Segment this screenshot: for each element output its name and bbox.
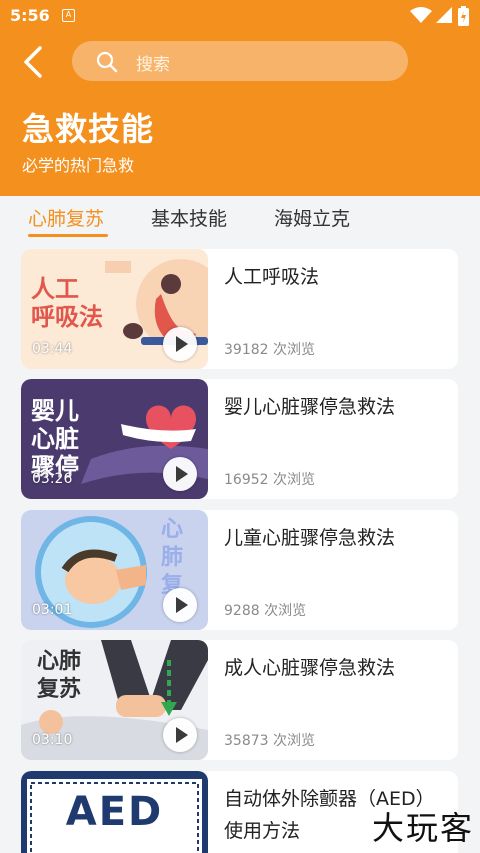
notification-icon: A — [62, 9, 75, 22]
back-button[interactable] — [20, 44, 52, 80]
status-bar: 5:56 A — [0, 0, 480, 32]
search-placeholder: 搜索 — [136, 55, 170, 75]
thumbnail-caption: 心 — [161, 517, 184, 542]
thumbnail-caption: 人工 — [31, 275, 79, 303]
video-title[interactable]: 儿童心脏骤停急救法 — [224, 522, 449, 554]
video-title[interactable]: 成人心脏骤停急救法 — [224, 652, 449, 684]
video-thumbnail[interactable]: 婴儿 心脏 骤停 03:26 — [21, 379, 208, 499]
play-icon[interactable] — [163, 588, 197, 622]
view-count: 39182 次浏览 — [224, 342, 315, 358]
play-icon[interactable] — [163, 457, 197, 491]
status-time: 5:56 — [10, 6, 50, 25]
category-tabs: 心肺复苏 基本技能 海姆立克 — [0, 196, 480, 246]
video-thumbnail[interactable]: 心肺 复苏 03:10 — [21, 640, 208, 760]
video-duration: 03:01 — [32, 602, 73, 618]
wifi-icon — [410, 7, 432, 23]
battery-icon — [458, 6, 469, 26]
tab-cpr[interactable]: 心肺复苏 — [28, 204, 104, 231]
video-thumbnail[interactable]: 人工 呼吸法 03:44 — [21, 249, 208, 369]
tab-basic-skills[interactable]: 基本技能 — [151, 204, 227, 231]
play-icon[interactable] — [163, 718, 197, 752]
thumbnail-caption: 心肺 — [37, 649, 82, 674]
search-icon — [96, 51, 118, 73]
video-card[interactable]: 婴儿 心脏 骤停 03:26 婴儿心脏骤停急救法 16952 次浏览 — [21, 379, 458, 499]
video-thumbnail[interactable]: 心 肺 复 03:01 — [21, 510, 208, 630]
status-icons — [402, 6, 472, 26]
thumbnail-caption: 呼吸法 — [31, 303, 103, 331]
video-title[interactable]: 人工呼吸法 — [224, 261, 449, 293]
view-count: 35873 次浏览 — [224, 733, 315, 749]
video-duration: 03:44 — [32, 341, 73, 357]
signal-icon — [436, 7, 452, 23]
video-title[interactable]: 婴儿心脏骤停急救法 — [224, 391, 449, 423]
active-tab-indicator — [28, 234, 108, 237]
video-card[interactable]: 心 肺 复 03:01 儿童心脏骤停急救法 9288 次浏览 — [21, 510, 458, 630]
video-card[interactable]: 心肺 复苏 03:10 成人心脏骤停急救法 35873 次浏览 — [21, 640, 458, 760]
page-subtitle: 必学的热门急救 — [22, 156, 135, 175]
play-icon[interactable] — [163, 327, 197, 361]
thumbnail-caption: 肺 — [161, 545, 184, 570]
video-card[interactable]: 人工 呼吸法 03:44 人工呼吸法 39182 次浏览 — [21, 249, 458, 369]
video-thumbnail[interactable]: AED — [21, 771, 208, 853]
view-count: 9288 次浏览 — [224, 603, 307, 619]
page-title: 急救技能 — [22, 110, 155, 148]
thumbnail-caption: 复苏 — [37, 677, 82, 702]
header-bar: 5:56 A 搜索 急救技能 必学的热门急救 — [0, 0, 480, 196]
thumbnail-caption: 心脏 — [31, 425, 79, 453]
tab-heimlich[interactable]: 海姆立克 — [274, 204, 350, 231]
view-count: 16952 次浏览 — [224, 472, 315, 488]
search-input[interactable]: 搜索 — [72, 41, 408, 81]
video-duration: 03:10 — [32, 732, 73, 748]
thumbnail-caption: AED — [65, 789, 164, 835]
chevron-left-icon — [24, 46, 42, 78]
watermark: 大玩客 — [371, 809, 474, 847]
video-duration: 03:26 — [32, 471, 73, 487]
thumbnail-caption: 婴儿 — [31, 397, 79, 425]
